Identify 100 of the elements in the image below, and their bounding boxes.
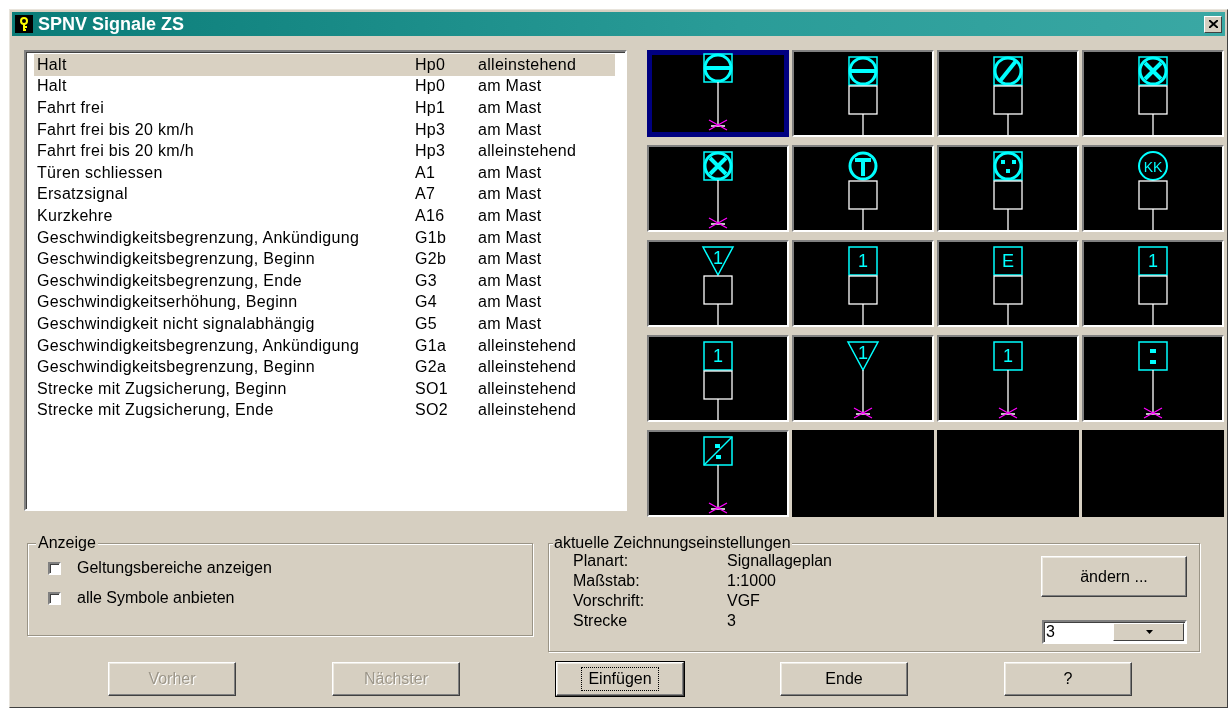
symbol-tile[interactable]: 1 xyxy=(792,335,934,422)
list-row[interactable]: Geschwindigkeitsbegrenzung, Ende G3 am Mast xyxy=(34,269,615,292)
checkbox-label[interactable]: Geltungsbereiche anzeigen xyxy=(77,559,272,577)
symbol-tile[interactable]: KK xyxy=(1082,145,1224,232)
checkbox[interactable] xyxy=(48,561,61,575)
signal-name: Fahrt frei bis 20 km/h xyxy=(37,121,195,138)
symbol-tile[interactable] xyxy=(647,430,789,517)
signal-code: G4 xyxy=(415,294,438,311)
symbol-tile[interactable]: 1 xyxy=(647,240,789,327)
group-title: Anzeige xyxy=(36,534,98,552)
symbol-tile[interactable] xyxy=(1082,335,1224,422)
setting-value: VGF xyxy=(727,592,761,611)
symbol-tile[interactable] xyxy=(647,50,789,137)
list-row[interactable]: Fahrt frei bis 20 km/h Hp3 am Mast xyxy=(34,118,615,141)
signal-placement: am Mast xyxy=(478,294,542,311)
signal-placement: am Mast xyxy=(478,251,542,268)
change-button[interactable]: ändern ... xyxy=(1041,556,1187,597)
signal-placement: alleinstehend xyxy=(478,402,577,419)
list-row[interactable]: Ersatzsignal A7 am Mast xyxy=(34,183,615,206)
signal-code: SO2 xyxy=(415,402,449,419)
list-row[interactable]: Fahrt frei Hp1 am Mast xyxy=(34,97,615,119)
list-row[interactable]: Geschwindigkeitsbegrenzung, Beginn G2a alleinstehend xyxy=(34,356,615,378)
signal-code: Hp0 xyxy=(415,56,447,73)
signal-code: Hp3 xyxy=(415,143,447,160)
signal-name: Strecke mit Zugsicherung, Beginn xyxy=(37,380,288,397)
signal-placement: am Mast xyxy=(478,229,542,246)
symbol-tile[interactable] xyxy=(937,145,1079,232)
symbol-tile[interactable] xyxy=(1082,50,1224,137)
list-row[interactable]: Strecke mit Zugsicherung, Beginn SO1 alleinstehend xyxy=(34,377,615,400)
symbol-tile[interactable]: 1 xyxy=(1082,240,1224,327)
signal-code: Hp3 xyxy=(415,121,447,138)
symbol-label: 1 xyxy=(858,343,868,363)
setting-label: Vorschrift: xyxy=(573,592,646,611)
list-row[interactable]: Geschwindigkeitsbegrenzung, Beginn G2b am Mast xyxy=(34,248,615,270)
signal-placement: am Mast xyxy=(478,186,542,203)
setting-value: 1:1000 xyxy=(727,572,777,591)
symbol-tile[interactable] xyxy=(792,145,934,232)
symbol-label: 1 xyxy=(1148,251,1158,271)
setting-value: Signallageplan xyxy=(727,552,833,571)
signal-code: A16 xyxy=(415,207,446,224)
list-row[interactable]: Fahrt frei bis 20 km/h Hp3 alleinstehend xyxy=(34,140,615,162)
signal-name: Strecke mit Zugsicherung, Ende xyxy=(37,402,275,419)
signal-code: G3 xyxy=(415,272,438,289)
list-row[interactable]: Strecke mit Zugsicherung, Ende SO2 alleinstehend xyxy=(34,399,615,422)
symbol-label: 1 xyxy=(713,346,723,366)
symbol-tile[interactable] xyxy=(792,50,934,137)
checkbox-label[interactable]: alle Symbole anbieten xyxy=(77,589,235,607)
app-icon xyxy=(15,15,33,33)
signal-name: Geschwindigkeitsbegrenzung, Ankündigung xyxy=(37,229,361,246)
signal-placement: alleinstehend xyxy=(478,380,577,397)
signal-placement: alleinstehend xyxy=(478,143,577,160)
signal-name: Kurzkehre xyxy=(37,207,114,224)
signal-name: Geschwindigkeitserhöhung, Beginn xyxy=(37,294,299,311)
symbol-label: 1 xyxy=(858,251,868,271)
signal-placement: alleinstehend xyxy=(478,337,577,354)
list-row[interactable]: Halt Hp0 am Mast xyxy=(34,75,615,98)
empty-tile[interactable] xyxy=(937,430,1079,517)
symbol-label: KK xyxy=(1143,159,1163,175)
setting-label: Strecke xyxy=(573,612,629,631)
close-button[interactable] xyxy=(1204,15,1222,33)
signal-placement: am Mast xyxy=(478,272,542,289)
symbol-label: E xyxy=(1002,251,1014,271)
signal-name: Türen schliessen xyxy=(37,164,164,181)
signal-name: Geschwindigkeitsbegrenzung, Ankündigung xyxy=(37,337,361,354)
symbol-tile[interactable]: 1 xyxy=(647,335,789,422)
checkbox[interactable] xyxy=(48,591,61,605)
symbol-tile[interactable]: 1 xyxy=(937,335,1079,422)
empty-tile[interactable] xyxy=(1082,430,1224,517)
signal-placement: alleinstehend xyxy=(478,56,577,73)
list-row[interactable]: Geschwindigkeitsbegrenzung, Ankündigung G1a alleinstehend xyxy=(34,334,615,357)
list-row[interactable]: Geschwindigkeit nicht signalabhängig G5 am Mast xyxy=(34,313,615,335)
signal-name: Geschwindigkeitsbegrenzung, Beginn xyxy=(37,251,316,268)
dialog-button[interactable]: Einfügen xyxy=(556,662,684,696)
symbol-tile[interactable]: 1 xyxy=(792,240,934,327)
signal-name: Fahrt frei xyxy=(37,100,105,116)
signal-name: Fahrt frei bis 20 km/h xyxy=(37,143,195,160)
list-row[interactable]: Geschwindigkeitserhöhung, Beginn G4 am Mast xyxy=(34,291,615,314)
symbol-tile[interactable] xyxy=(647,145,789,232)
dialog-button[interactable]: ? xyxy=(1004,662,1132,696)
track-dropdown[interactable]: 3 xyxy=(1042,620,1187,644)
dialog-button[interactable]: Ende xyxy=(780,662,908,696)
list-row[interactable]: Kurzkehre A16 am Mast xyxy=(34,205,615,227)
list-row[interactable]: Geschwindigkeitsbegrenzung, Ankündigung G1b am Mast xyxy=(34,226,615,249)
signal-code: G2a xyxy=(415,359,448,376)
symbol-label: 1 xyxy=(1003,346,1013,366)
signal-name: Geschwindigkeit nicht signalabhängig xyxy=(37,315,316,332)
symbol-tile[interactable]: E xyxy=(937,240,1079,327)
list-row[interactable]: Türen schliessen A1 am Mast xyxy=(34,161,615,184)
signal-code: A7 xyxy=(415,186,437,203)
signal-code: G1a xyxy=(415,337,448,354)
signal-code: SO1 xyxy=(415,380,449,397)
signal-placement: am Mast xyxy=(478,121,542,138)
setting-label: Planart: xyxy=(573,552,630,571)
empty-tile[interactable] xyxy=(792,430,934,517)
signal-code: Hp1 xyxy=(415,100,447,116)
signal-placement: am Mast xyxy=(478,315,542,332)
signal-name: Halt xyxy=(37,56,68,73)
symbol-tile[interactable] xyxy=(937,50,1079,137)
signal-name: Geschwindigkeitsbegrenzung, Beginn xyxy=(37,359,316,376)
list-row[interactable]: Halt Hp0 alleinstehend xyxy=(34,54,615,76)
